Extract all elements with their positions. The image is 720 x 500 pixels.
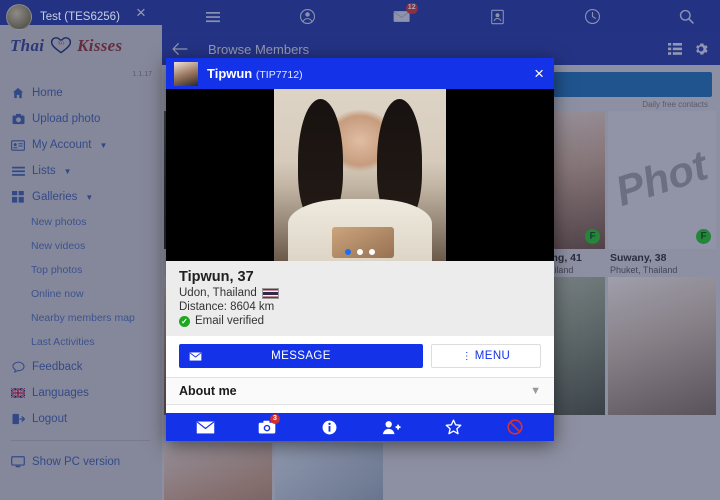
- profile-name-age: Tipwun, 37: [179, 269, 254, 285]
- carousel-dot[interactable]: [345, 249, 351, 255]
- profile-verified-row: ✓ Email verified: [179, 315, 541, 327]
- info-icon[interactable]: [314, 416, 344, 438]
- avatar: [6, 3, 32, 30]
- block-icon[interactable]: [500, 416, 530, 438]
- add-friend-icon[interactable]: [376, 416, 406, 438]
- profile-verified-label: Email verified: [195, 315, 265, 327]
- favorite-icon[interactable]: [438, 416, 468, 438]
- message-button-label: MESSAGE: [271, 350, 331, 362]
- profile-actions: MESSAGE ⋮ MENU: [166, 336, 554, 377]
- member-thumbnail: [174, 61, 198, 86]
- member-photo-main: [274, 89, 446, 261]
- message-icon[interactable]: [190, 416, 220, 438]
- chevron-down-icon[interactable]: ▼: [530, 385, 541, 397]
- about-me-section-header[interactable]: About me ▼: [166, 377, 554, 405]
- about-me-rows: Figure 155 cm / 5'1" 44 kg / 97 pounds: [166, 405, 554, 413]
- dialog-member-id: (TIP7712): [255, 69, 303, 81]
- carousel-dot[interactable]: [357, 249, 363, 255]
- photos-badge: 3: [270, 414, 280, 424]
- close-icon[interactable]: ×: [530, 65, 548, 82]
- member-profile-dialog: Tipwun (TIP7712) × Tipwun, 37 Udon, Thai…: [166, 58, 554, 441]
- account-name: Test (TES6256): [40, 10, 120, 23]
- account-chip[interactable]: Test (TES6256): [6, 3, 120, 30]
- profile-distance: Distance: 8604 km: [179, 301, 275, 313]
- dialog-bottom-toolbar: 3: [166, 413, 554, 441]
- photos-icon[interactable]: 3: [252, 414, 282, 438]
- profile-summary: Tipwun, 37 Udon, Thailand Distance: 8604…: [166, 261, 554, 336]
- member-photo-carousel[interactable]: [166, 89, 554, 261]
- check-circle-icon: ✓: [179, 315, 190, 327]
- thailand-flag-icon: [261, 287, 279, 299]
- envelope-icon: [189, 351, 202, 361]
- dialog-header: Tipwun (TIP7712) ×: [166, 58, 554, 89]
- profile-location-row: Udon, Thailand: [179, 287, 541, 299]
- app-root: 12 Thai XO Kisses 1.1.17 Home Upload pho…: [0, 0, 720, 500]
- profile-location: Udon, Thailand: [179, 287, 257, 299]
- menu-button[interactable]: ⋮ MENU: [431, 344, 541, 368]
- message-button[interactable]: MESSAGE: [179, 344, 423, 368]
- kebab-icon: ⋮: [461, 350, 472, 362]
- carousel-dots[interactable]: [166, 249, 554, 255]
- carousel-dot[interactable]: [369, 249, 375, 255]
- menu-button-label: MENU: [474, 350, 511, 362]
- dialog-title: Tipwun (TIP7712): [207, 66, 521, 81]
- about-me-title: About me: [179, 384, 237, 398]
- dialog-member-name: Tipwun: [207, 66, 253, 81]
